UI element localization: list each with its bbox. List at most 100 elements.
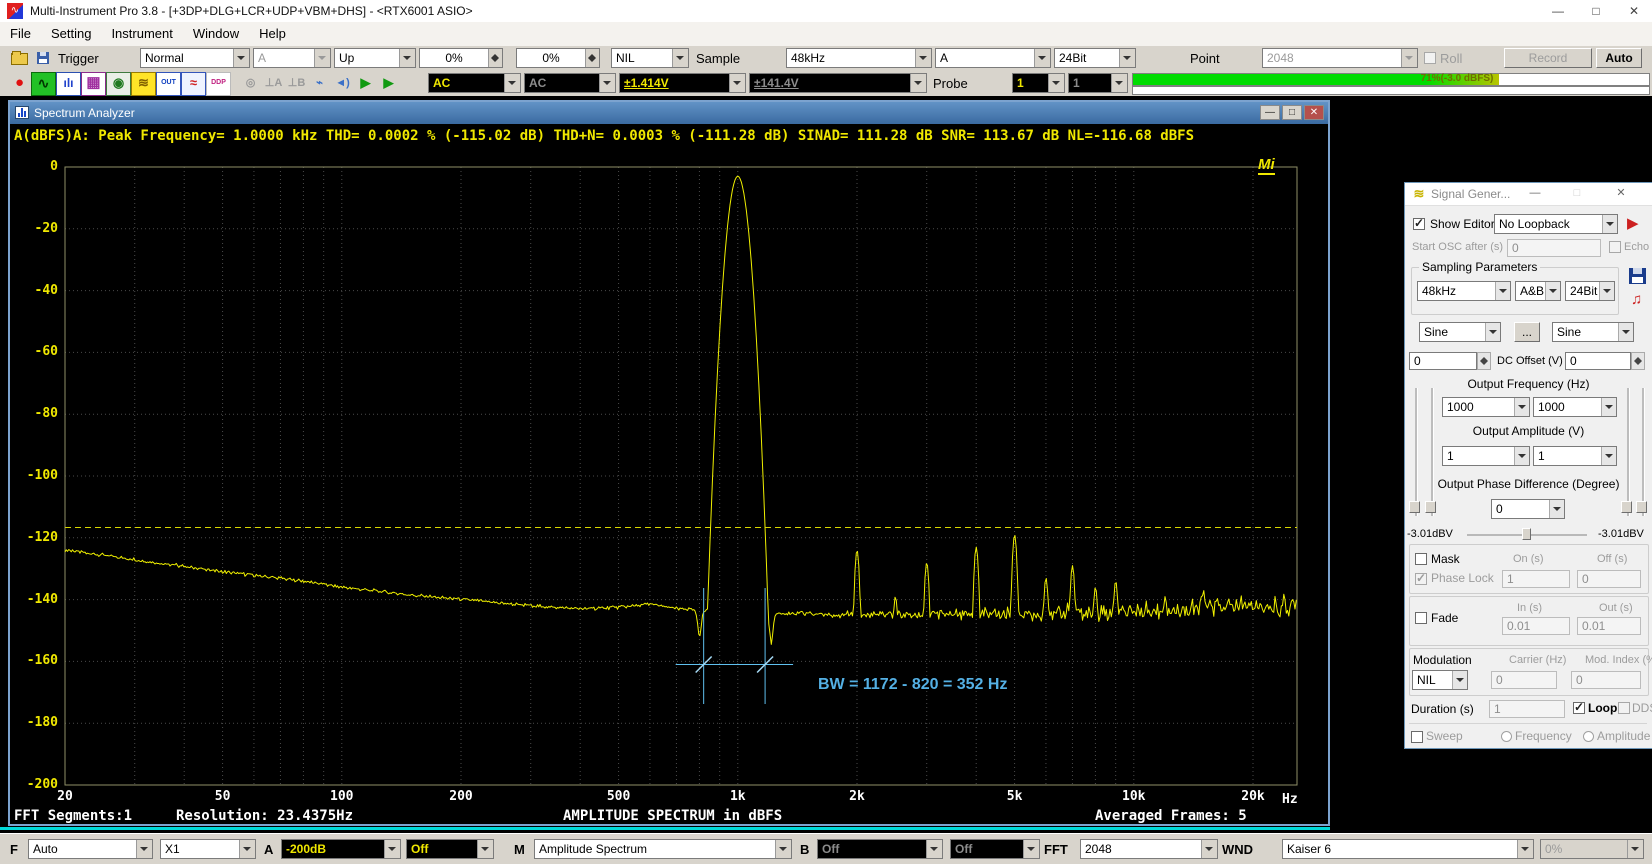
- sweep-amplitude-label: Amplitude: [1597, 729, 1650, 743]
- ddp-viewer-icon[interactable]: DDP: [206, 72, 231, 96]
- probe-cal-icon[interactable]: ⌁: [308, 72, 331, 94]
- freq-slider-track-b1[interactable]: [1627, 388, 1630, 516]
- freq-axis-select[interactable]: Auto: [28, 839, 153, 859]
- freq-slider-handle-b2[interactable]: [1636, 501, 1647, 513]
- dbv-right-label: -3.01dBV: [1598, 528, 1644, 540]
- echo-only-checkbox: [1609, 241, 1621, 253]
- sweep-checkbox[interactable]: [1411, 731, 1423, 743]
- spectrum-window-title: Spectrum Analyzer: [34, 106, 135, 120]
- amplitude-b-select[interactable]: 1: [1533, 446, 1617, 466]
- zero-a-icon[interactable]: ⊥A: [262, 72, 285, 94]
- trigger-edge-select[interactable]: Up: [334, 48, 416, 68]
- point-label: Point: [1190, 51, 1220, 66]
- spectrum-3d-plot-icon[interactable]: ▦: [81, 72, 106, 96]
- freq-slider-handle-a2[interactable]: [1425, 501, 1436, 513]
- mask-checkbox[interactable]: [1415, 553, 1427, 565]
- modulation-type-select[interactable]: NIL: [1412, 670, 1468, 690]
- spectrum-mode-select[interactable]: Amplitude Spectrum: [534, 839, 792, 859]
- trigger-hpf-select[interactable]: NIL: [611, 48, 689, 68]
- siggen-bits-select[interactable]: 24Bit: [1565, 281, 1615, 301]
- trigger-label: Trigger: [58, 51, 99, 66]
- fft-size-select[interactable]: 2048: [1080, 839, 1218, 859]
- dc-offset-a-spinner[interactable]: [1477, 352, 1491, 370]
- spectrum-minimize-button[interactable]: —: [1260, 105, 1280, 120]
- dc-offset-b-spinner[interactable]: [1631, 352, 1645, 370]
- derived-data-icon[interactable]: ≈: [181, 72, 206, 96]
- y-tick--100: -100: [12, 468, 58, 483]
- phase-slider-handle[interactable]: [1522, 528, 1531, 540]
- freq-slider-track-b2[interactable]: [1642, 388, 1645, 516]
- menu-window[interactable]: Window: [183, 22, 249, 45]
- menu-file[interactable]: File: [0, 22, 41, 45]
- spectrum-maximize-button[interactable]: □: [1282, 105, 1302, 120]
- phase-select[interactable]: 0: [1491, 499, 1565, 519]
- zoom-select[interactable]: X1: [160, 839, 256, 859]
- trigger-delay-spinner[interactable]: 0%: [516, 48, 600, 68]
- freq-slider-track-a2[interactable]: [1431, 388, 1434, 516]
- zero-b-icon[interactable]: ⊥B: [285, 72, 308, 94]
- trigger-mode-select[interactable]: Normal: [140, 48, 250, 68]
- app-minimize-button[interactable]: —: [1540, 0, 1576, 22]
- sweep-label: Sweep: [1426, 729, 1463, 743]
- window-function-select[interactable]: Kaiser 6: [1282, 839, 1534, 859]
- menubar: FileSettingInstrumentWindowHelp: [0, 22, 1652, 47]
- spectrum-plot-area[interactable]: 0-20-40-60-80-100-120-140-160-180-200 20…: [10, 148, 1324, 820]
- frequency-a-select[interactable]: 1000: [1442, 397, 1530, 417]
- amplitude-a-select[interactable]: 1: [1442, 446, 1530, 466]
- range-a-select[interactable]: ±1.414V: [619, 73, 746, 93]
- freq-slider-handle-b1[interactable]: [1621, 501, 1632, 513]
- sample-channel-select[interactable]: A: [935, 48, 1051, 68]
- siggen-titlebar[interactable]: ≋ Signal Gener... — □ ✕: [1405, 183, 1652, 206]
- waveform-a-select[interactable]: Sine: [1419, 322, 1501, 342]
- auto-button[interactable]: Auto: [1596, 48, 1642, 68]
- fade-checkbox[interactable]: [1415, 612, 1427, 624]
- waveform-b-select[interactable]: Sine: [1552, 322, 1634, 342]
- probe-a-select[interactable]: 1: [1012, 73, 1065, 93]
- run-stop-icon[interactable]: ●: [8, 72, 31, 94]
- siggen-channels-select[interactable]: A&B: [1515, 281, 1561, 301]
- sample-bits-select[interactable]: 24Bit: [1054, 48, 1136, 68]
- multimeter-icon[interactable]: ◉: [106, 72, 131, 96]
- persistence-a-select[interactable]: Off: [406, 839, 494, 859]
- app-icon: ∿: [7, 3, 23, 19]
- mask-off-field: 0: [1577, 570, 1641, 588]
- siggen-close-button[interactable]: ✕: [1609, 183, 1633, 204]
- data-logger-icon[interactable]: ≋: [131, 72, 156, 96]
- freq-slider-handle-a1[interactable]: [1409, 501, 1420, 513]
- open-file-icon[interactable]: [8, 46, 30, 70]
- frequency-b-select[interactable]: 1000: [1533, 397, 1617, 417]
- siggen-save-icon[interactable]: [1629, 268, 1646, 284]
- spectrum-window-titlebar[interactable]: Spectrum Analyzer — □ ✕: [10, 102, 1328, 124]
- coupling-a-select[interactable]: AC: [428, 73, 521, 93]
- spectrum-analyzer-icon[interactable]: ılı: [56, 72, 81, 96]
- sound-device-icon[interactable]: ◄): [331, 72, 354, 94]
- menu-setting[interactable]: Setting: [41, 22, 101, 45]
- loopback-select[interactable]: No Loopback: [1494, 214, 1618, 234]
- spectrum-close-button[interactable]: ✕: [1304, 105, 1324, 120]
- dc-offset-a-field[interactable]: 0: [1409, 352, 1477, 370]
- save-file-icon[interactable]: [32, 46, 54, 70]
- siggen-minimize-button[interactable]: —: [1523, 183, 1547, 204]
- range-a-bottom-select[interactable]: -200dB: [281, 839, 401, 859]
- app-maximize-button[interactable]: □: [1578, 0, 1614, 22]
- siggen-play-button[interactable]: ▶: [1627, 214, 1639, 234]
- spectrum-plot-svg[interactable]: [10, 148, 1324, 820]
- mdi-workspace: Spectrum Analyzer — □ ✕ A(dBFS)A: Peak F…: [0, 96, 1652, 833]
- menu-instrument[interactable]: Instrument: [101, 22, 182, 45]
- device-test-plan-icon[interactable]: OUT: [156, 72, 181, 96]
- sample-rate-select[interactable]: 48kHz: [786, 48, 932, 68]
- freq-slider-track-a1[interactable]: [1415, 388, 1418, 516]
- show-editor-checkbox[interactable]: [1413, 218, 1425, 230]
- app-close-button[interactable]: ✕: [1616, 0, 1652, 22]
- dc-offset-b-field[interactable]: 0: [1565, 352, 1631, 370]
- trigger-level-spinner[interactable]: 0%: [419, 48, 503, 68]
- oscilloscope-icon[interactable]: ∿: [31, 72, 56, 96]
- siggen-music-icon[interactable]: ♫: [1631, 291, 1642, 308]
- waveform-editor-button[interactable]: ...: [1514, 322, 1540, 342]
- siggen-rate-select[interactable]: 48kHz: [1417, 281, 1511, 301]
- run-icon[interactable]: ▶: [354, 72, 377, 94]
- calibration-icon[interactable]: ◎: [239, 72, 262, 94]
- run-loop-icon[interactable]: ▶: [377, 72, 400, 94]
- menu-help[interactable]: Help: [249, 22, 296, 45]
- loop-checkbox[interactable]: [1573, 702, 1585, 714]
